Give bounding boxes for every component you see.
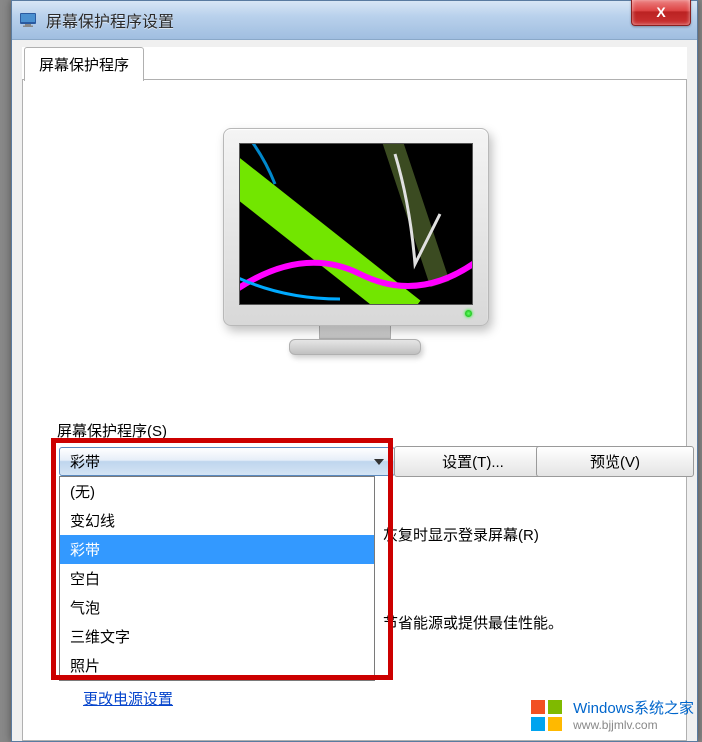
dropdown-item-photos[interactable]: 照片 [60, 651, 374, 680]
watermark-line2: www.bjjmlv.com [573, 718, 694, 732]
monitor-stand [319, 326, 391, 339]
tab-screensaver[interactable]: 屏幕保护程序 [24, 47, 144, 81]
monitor-base [289, 339, 421, 355]
tab-label: 屏幕保护程序 [39, 57, 129, 74]
close-icon: X [656, 4, 665, 20]
close-button[interactable]: X [631, 0, 691, 26]
change-power-settings-link[interactable]: 更改电源设置 [83, 688, 173, 709]
tab-panel: 屏幕保护程序(S) 彩带 (无) 变幻线 彩带 空白 气泡 三维文字 照片 设置… [22, 79, 687, 741]
resume-text-partial: 灰复时显示登录屏幕(R) [383, 524, 539, 545]
power-text-partial: 节省能源或提供最佳性能。 [383, 612, 563, 633]
client-area: 屏幕保护程序 [22, 47, 687, 741]
watermark-text: Windows系统之家 www.bjjmlv.com [573, 700, 694, 732]
dropdown-item-none[interactable]: (无) [60, 477, 374, 506]
watermark: Windows系统之家 www.bjjmlv.com [529, 698, 694, 734]
monitor-screen [239, 143, 473, 305]
dialog-window: 屏幕保护程序设置 X 屏幕保护程序 [11, 0, 698, 742]
settings-button-label: 设置(T)... [442, 451, 504, 472]
dropdown-item-ribbons[interactable]: 彩带 [60, 535, 374, 564]
monitor-frame [223, 128, 489, 326]
monitor-led-icon [465, 310, 472, 317]
dropdown-item-3dtext[interactable]: 三维文字 [60, 622, 374, 651]
chevron-down-icon [374, 459, 384, 465]
section-label-screensaver: 屏幕保护程序(S) [57, 420, 167, 441]
screensaver-combobox[interactable]: 彩带 [59, 447, 395, 476]
preview-button[interactable]: 预览(V) [536, 446, 694, 477]
monitor-preview [223, 128, 487, 354]
window-title: 屏幕保护程序设置 [46, 8, 174, 32]
titlebar[interactable]: 屏幕保护程序设置 X [12, 1, 697, 40]
app-icon [20, 11, 38, 29]
screensaver-dropdown-list: (无) 变幻线 彩带 空白 气泡 三维文字 照片 [59, 476, 375, 681]
dropdown-item-blank[interactable]: 空白 [60, 564, 374, 593]
watermark-line1: Windows系统之家 [573, 700, 694, 718]
dropdown-item-bubbles[interactable]: 气泡 [60, 593, 374, 622]
windows-logo-icon [529, 698, 565, 734]
dropdown-item-mystify[interactable]: 变幻线 [60, 506, 374, 535]
preview-button-label: 预览(V) [590, 451, 640, 472]
combobox-selected-text: 彩带 [70, 451, 100, 472]
settings-button[interactable]: 设置(T)... [394, 446, 552, 477]
